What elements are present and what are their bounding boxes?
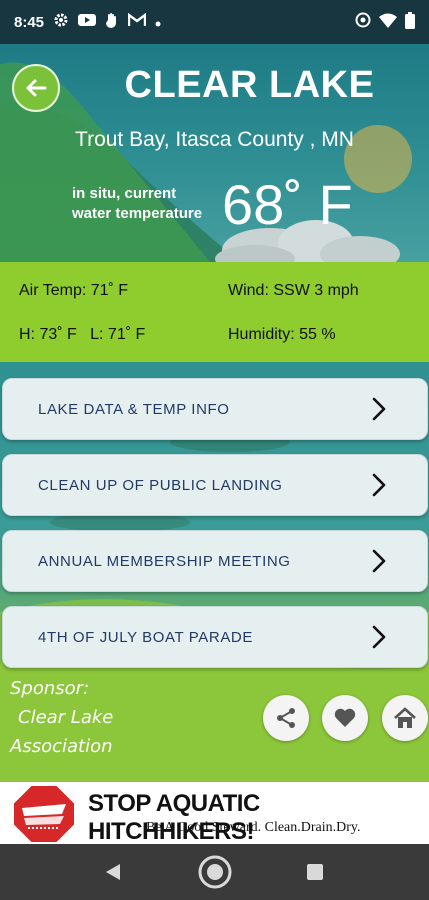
menu-button-membership-meeting[interactable]: ANNUAL MEMBERSHIP MEETING	[2, 530, 428, 592]
settings-icon	[53, 12, 69, 32]
water-temperature-value: 68˚ F	[222, 173, 353, 236]
favorite-button[interactable]	[322, 695, 368, 741]
home-icon	[394, 707, 416, 728]
wifi-icon	[379, 13, 397, 32]
lake-title: CLEAR LAKE	[124, 64, 375, 106]
system-navigation-bar	[0, 844, 429, 900]
share-icon	[277, 708, 295, 728]
sponsor-name-line1: Clear Lake	[18, 707, 114, 728]
stop-sign-boat-icon	[12, 784, 76, 844]
water-temp-label-line2: water temperature	[72, 205, 203, 222]
chevron-right-icon	[372, 473, 386, 497]
menu-button-boat-parade[interactable]: 4TH OF JULY BOAT PARADE	[2, 606, 428, 668]
water-temp-label: in situ, current water temperature	[72, 184, 222, 224]
menu-button-label: ANNUAL MEMBERSHIP MEETING	[38, 552, 291, 570]
sponsor-name-line2: Association	[10, 736, 113, 757]
lake-location: Trout Bay, Itasca County , MN	[75, 128, 354, 151]
menu-button-label: LAKE DATA & TEMP INFO	[38, 400, 230, 418]
menu-button-label: CLEAN UP OF PUBLIC LANDING	[38, 476, 283, 494]
high-low-temp: H: 73˚ F L: 71˚ F	[19, 326, 146, 343]
menu-button-label: 4TH OF JULY BOAT PARADE	[38, 628, 253, 646]
banner-subtitle: Be A Good Steward. Clean.Drain.Dry.	[146, 820, 361, 835]
chevron-right-icon	[372, 397, 386, 421]
eye-icon	[355, 12, 371, 32]
banner-title: STOP AQUATIC HITCHHIKERS!	[88, 790, 260, 845]
home-button[interactable]	[382, 695, 428, 741]
battery-icon	[405, 11, 415, 33]
hero-header: CLEAR LAKE Trout Bay, Itasca County , MN…	[0, 44, 429, 262]
air-temp: Air Temp: 71˚ F	[19, 282, 129, 299]
recents-square-icon[interactable]	[307, 864, 323, 880]
gmail-icon	[127, 12, 147, 31]
hand-icon	[105, 12, 119, 32]
back-triangle-icon[interactable]	[104, 863, 122, 881]
status-bar: 8:45	[0, 0, 429, 44]
wind: Wind: SSW 3 mph	[228, 282, 359, 299]
home-circle-icon[interactable]	[197, 854, 233, 890]
menu-button-clean-up[interactable]: CLEAN UP OF PUBLIC LANDING	[2, 454, 428, 516]
sponsor-text: Sponsor: Clear Lake Association	[10, 674, 113, 761]
weather-panel: Air Temp: 71˚ F Wind: SSW 3 mph H: 73˚ F…	[0, 262, 429, 362]
stop-hitchhikers-banner[interactable]: STOP AQUATIC HITCHHIKERS! Be A Good Stew…	[0, 782, 429, 845]
heart-icon	[334, 708, 356, 727]
arrow-left-icon	[25, 73, 47, 104]
chevron-right-icon	[372, 625, 386, 649]
sponsor-label: Sponsor:	[10, 678, 90, 699]
status-time: 8:45	[14, 13, 45, 31]
back-button[interactable]	[12, 64, 60, 112]
water-temp-label-line1: in situ, current	[72, 185, 177, 202]
chevron-right-icon	[372, 549, 386, 573]
humidity: Humidity: 55 %	[228, 326, 336, 343]
share-button[interactable]	[263, 695, 309, 741]
youtube-icon	[78, 13, 97, 31]
dot-icon	[155, 14, 161, 31]
menu-button-lake-data[interactable]: LAKE DATA & TEMP INFO	[2, 378, 428, 440]
